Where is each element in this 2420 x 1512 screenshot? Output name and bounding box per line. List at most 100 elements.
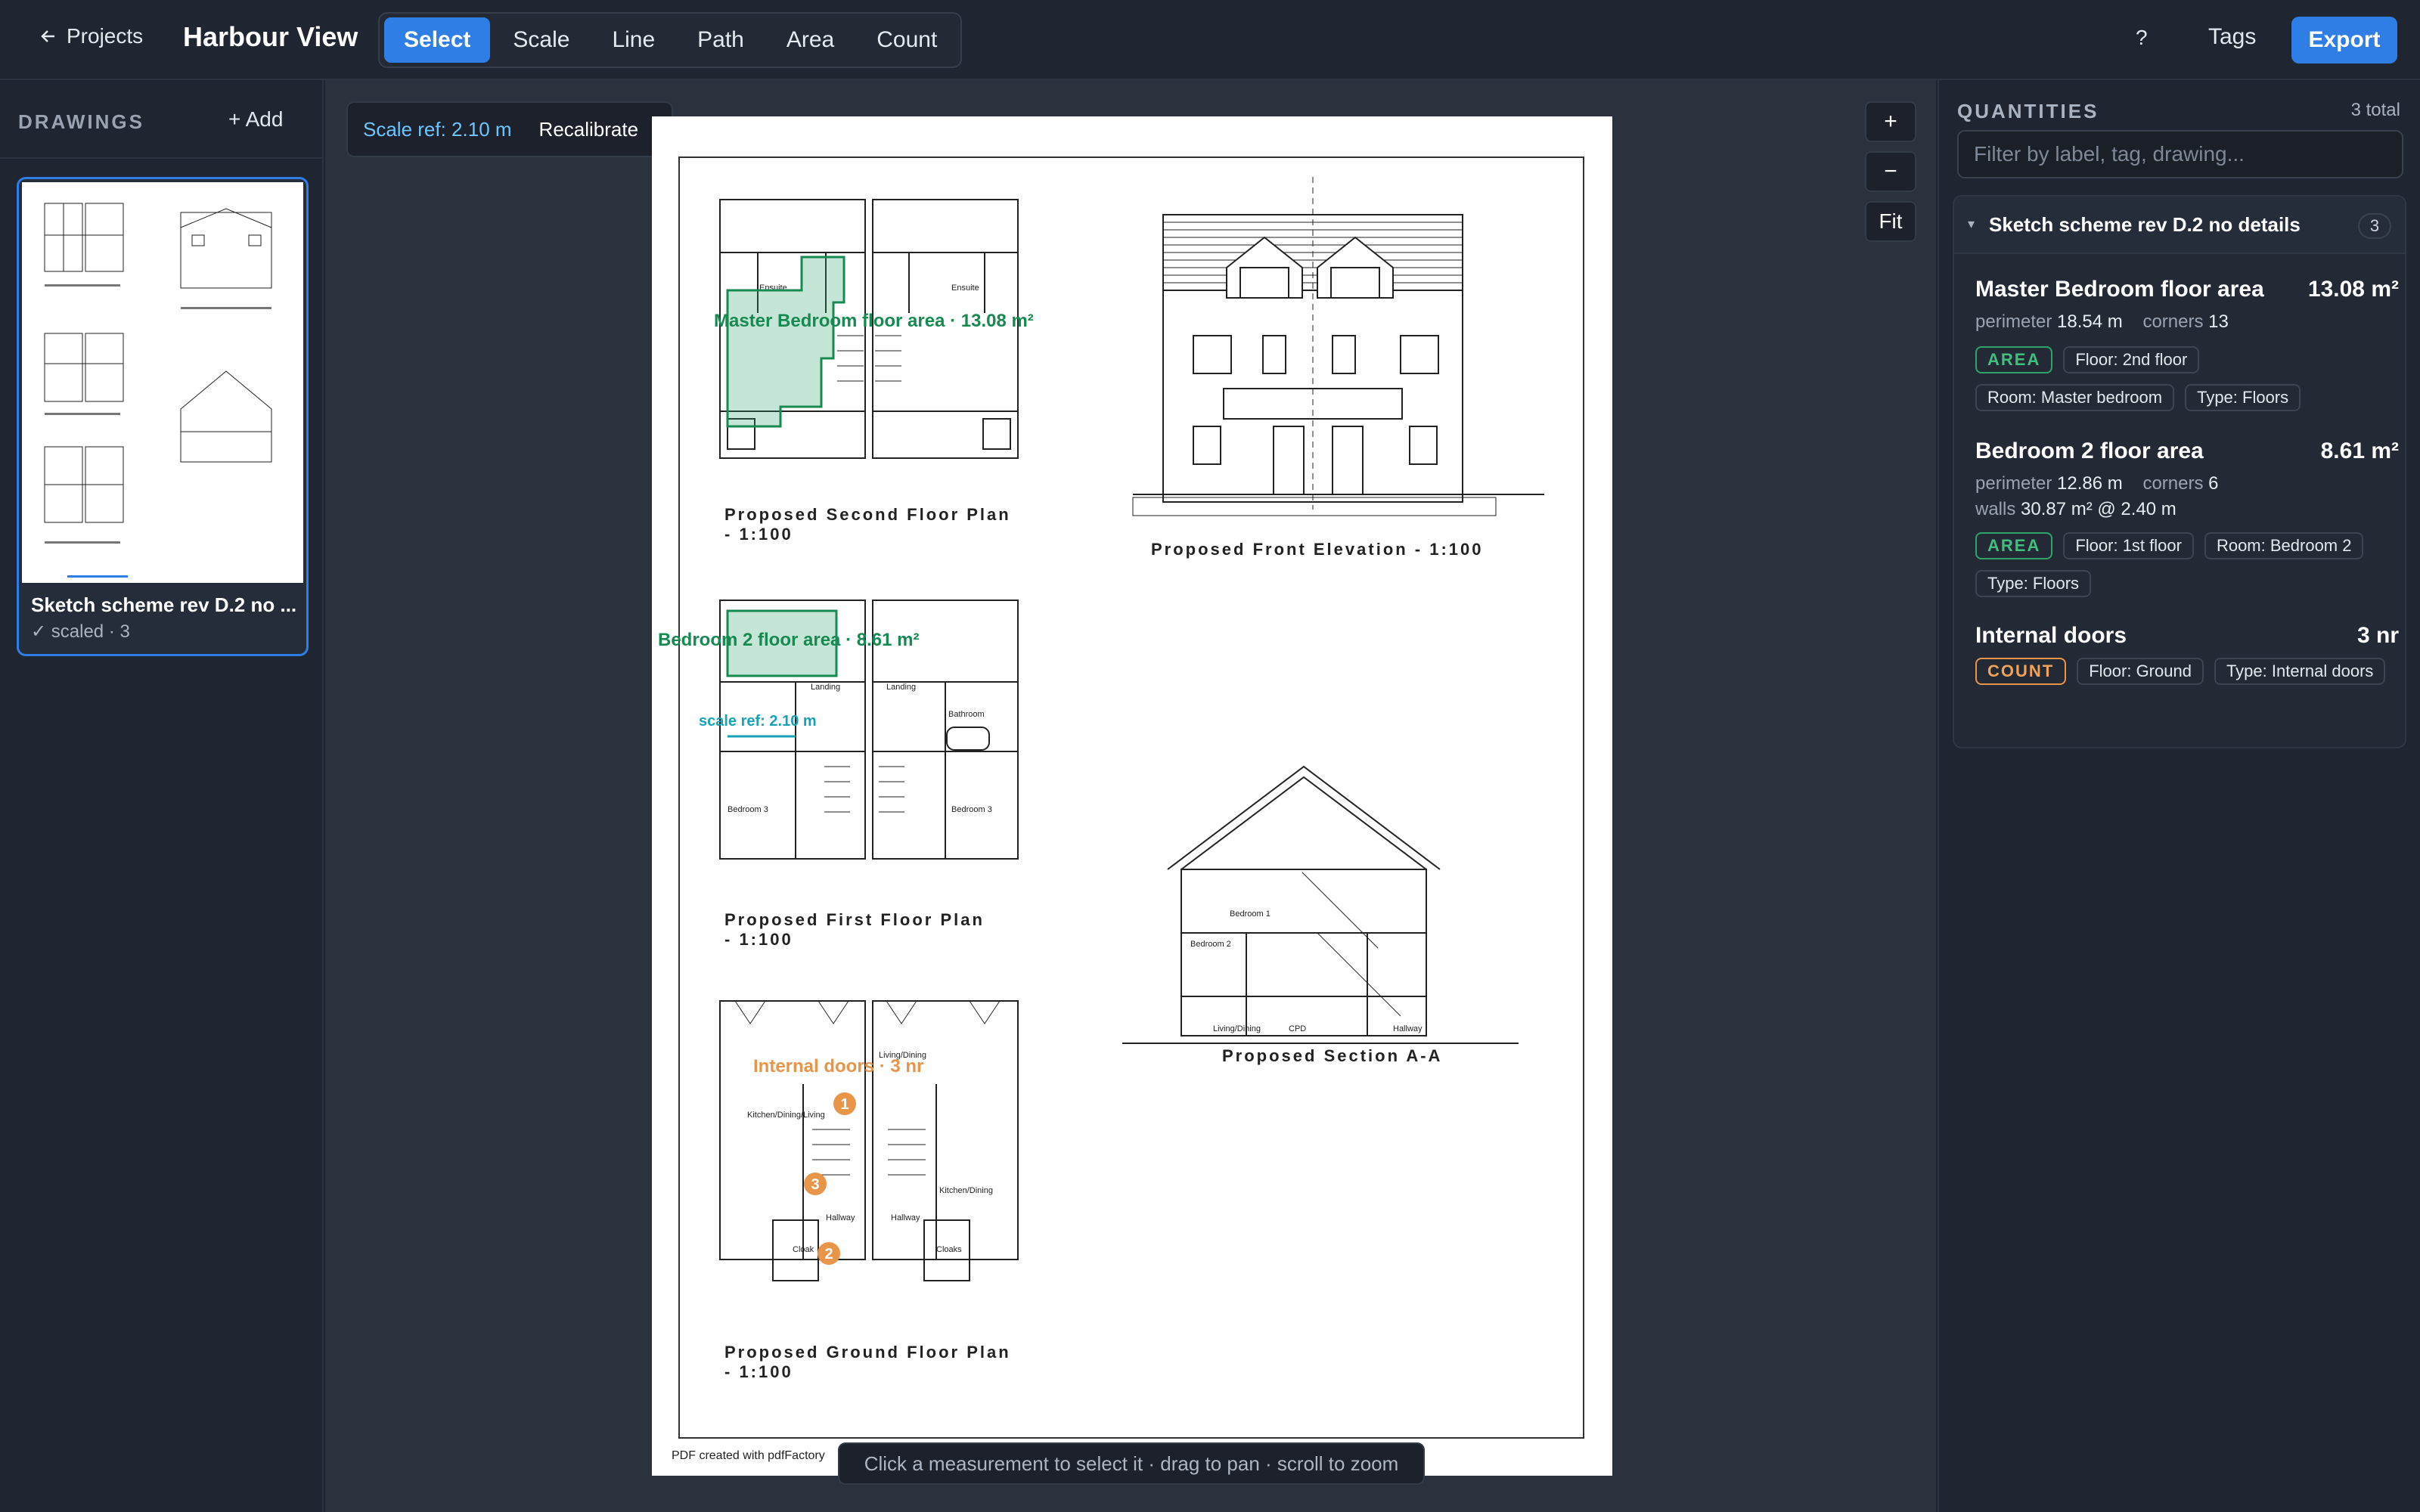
drawings-heading: DRAWINGS — [18, 110, 144, 133]
quantity-group-title: Sketch scheme rev D.2 no details — [1989, 213, 2301, 236]
ground-floor-scale: - 1:100 — [724, 1362, 793, 1381]
fit-button[interactable]: Fit — [1865, 201, 1916, 242]
tag-chip-type: Type: Floors — [1975, 570, 2092, 597]
tool-switcher: Select Scale Line Path Area Count — [378, 12, 962, 68]
quantity-group-header[interactable]: ▾ Sketch scheme rev D.2 no details 3 — [1954, 197, 2405, 254]
svg-text:3: 3 — [811, 1176, 819, 1193]
room-bathroom: Bathroom — [948, 710, 985, 719]
room-cloaks: Cloaks — [936, 1245, 962, 1254]
drawings-sidebar: DRAWINGS + Add Sketch scheme rev D.2 no … — [0, 80, 324, 1512]
tool-select[interactable]: Select — [384, 17, 491, 63]
room-hallway-right: Hallway — [891, 1213, 920, 1222]
section-a-a — [1122, 765, 1519, 1044]
room-hallway-left: Hallway — [826, 1213, 855, 1222]
quantity-item-name: Master Bedroom floor area — [1975, 277, 2264, 302]
tag-chip-floor: Floor: 2nd floor — [2063, 346, 2200, 373]
scale-reference-bar: Scale ref: 2.10 m Recalibrate — [346, 101, 673, 157]
quantities-total: 3 total — [2350, 100, 2400, 120]
quantity-item-meta: perimeter 18.54 m corners 13 — [1975, 311, 2229, 332]
drawing-card-title: Sketch scheme rev D.2 no ... — [31, 593, 297, 616]
bedroom2-area-label[interactable]: Bedroom 2 floor area · 8.61 m² — [658, 630, 919, 650]
second-floor-scale: - 1:100 — [724, 525, 793, 544]
pdf-footer-text: PDF created with pdfFactory — [672, 1449, 825, 1462]
room-cpd-section: CPD — [1289, 1024, 1306, 1033]
room-kitchen-dining-living: Kitchen/Dining/Living — [747, 1111, 825, 1120]
room-landing-right: Landing — [886, 683, 916, 692]
export-button[interactable]: Export — [2291, 17, 2397, 64]
quantity-item-internal-doors[interactable]: Internal doors 3 nr COUNT Floor: Ground … — [1975, 623, 2399, 729]
count-marker-1[interactable]: 1 — [833, 1092, 856, 1115]
project-title: Harbour View — [183, 21, 358, 52]
svg-text:1: 1 — [840, 1096, 849, 1113]
quantity-item-chips: COUNT Floor: Ground Type: Internal doors — [1975, 658, 2399, 685]
room-bedroom1-section: Bedroom 1 — [1230, 909, 1270, 919]
top-bar: Projects Harbour View Select Scale Line … — [0, 0, 2420, 80]
type-chip-area: AREA — [1975, 346, 2053, 373]
room-bedroom3-left: Bedroom 3 — [728, 805, 768, 814]
quantity-item-name: Bedroom 2 floor area — [1975, 438, 2204, 463]
room-bedroom3-right: Bedroom 3 — [951, 805, 992, 814]
tag-chip-floor: Floor: 1st floor — [2063, 532, 2194, 559]
quantities-panel: QUANTITIES 3 total ▾ Sketch scheme rev D… — [1938, 80, 2420, 1512]
zoom-out-button[interactable]: − — [1865, 151, 1916, 192]
type-chip-area: AREA — [1975, 532, 2053, 559]
drawing-thumbnail — [22, 182, 303, 583]
front-elevation-title: Proposed Front Elevation - 1:100 — [1151, 540, 1484, 559]
quantity-item-walls: walls 30.87 m² @ 2.40 m — [1975, 499, 2176, 519]
tag-chip-room: Room: Bedroom 2 — [2204, 532, 2364, 559]
tool-area[interactable]: Area — [767, 17, 854, 63]
master-bedroom-area-label[interactable]: Master Bedroom floor area · 13.08 m² — [714, 311, 1034, 331]
room-cloak: Cloak — [793, 1245, 814, 1254]
internal-doors-label[interactable]: Internal doors · 3 nr — [753, 1056, 923, 1077]
tool-path[interactable]: Path — [678, 17, 764, 63]
drawing-card[interactable]: Sketch scheme rev D.2 no ... ✓ scaled · … — [17, 177, 309, 656]
back-to-projects-link[interactable]: Projects — [39, 24, 143, 48]
arrow-left-icon — [41, 30, 54, 42]
tags-button[interactable]: Tags — [2208, 24, 2256, 50]
caret-down-icon: ▾ — [1968, 216, 1975, 231]
tool-count[interactable]: Count — [857, 17, 957, 63]
room-kitchen-dining: Kitchen/Dining — [939, 1186, 993, 1195]
drawing-sheet[interactable]: Ensuite Ensuite Master Bedroom floor are… — [652, 116, 1612, 1476]
quantity-item-meta: perimeter 12.86 m corners 6 — [1975, 473, 2219, 494]
help-button[interactable]: ? — [2136, 26, 2148, 50]
section-title: Proposed Section A-A — [1222, 1046, 1442, 1065]
quantity-item-chips: AREA Floor: 2nd floor Room: Master bedro… — [1975, 346, 2399, 411]
quantities-filter-input[interactable] — [1957, 130, 2403, 178]
first-floor-title: Proposed First Floor Plan — [724, 910, 985, 929]
quantity-item-value: 8.61 m² — [2320, 438, 2399, 463]
drawing-card-status: ✓ scaled · 3 — [31, 621, 130, 642]
quantities-heading: QUANTITIES — [1957, 100, 2099, 122]
room-hallway-section: Hallway — [1393, 1024, 1423, 1033]
quantity-item-bedroom-2[interactable]: Bedroom 2 floor area 8.61 m² perimeter 1… — [1975, 438, 2399, 597]
count-marker-3[interactable]: 3 — [804, 1173, 827, 1195]
quantity-item-master-bedroom[interactable]: Master Bedroom floor area 13.08 m² perim… — [1975, 277, 2399, 413]
quantity-item-name: Internal doors — [1975, 623, 2127, 648]
add-drawing-button[interactable]: + Add — [228, 107, 283, 132]
tag-chip-room: Room: Master bedroom — [1975, 384, 2175, 411]
tool-scale[interactable]: Scale — [493, 17, 589, 63]
master-bedroom-area-shape — [726, 256, 845, 428]
svg-text:2: 2 — [824, 1246, 833, 1263]
count-marker-2[interactable]: 2 — [818, 1242, 840, 1265]
room-ensuite-right: Ensuite — [951, 284, 979, 293]
front-elevation — [1132, 177, 1544, 516]
sidebar-divider — [0, 157, 324, 159]
quantity-item-value: 3 nr — [2356, 623, 2399, 648]
tag-chip-type: Type: Internal doors — [2214, 658, 2386, 685]
second-floor-title: Proposed Second Floor Plan — [724, 505, 1011, 524]
first-floor-scale: - 1:100 — [724, 930, 793, 949]
quantity-item-chips: AREA Floor: 1st floor Room: Bedroom 2 Ty… — [1975, 532, 2399, 597]
zoom-in-button[interactable]: + — [1865, 101, 1916, 142]
scale-ref-canvas-label[interactable]: scale ref: 2.10 m — [699, 713, 817, 730]
ground-floor-title: Proposed Ground Floor Plan — [724, 1343, 1011, 1362]
tag-chip-type: Type: Floors — [2185, 384, 2301, 411]
quantity-group-count: 3 — [2358, 213, 2391, 239]
tag-chip-floor: Floor: Ground — [2077, 658, 2204, 685]
recalibrate-button[interactable]: Recalibrate — [539, 118, 639, 141]
scale-ref-label: Scale ref: 2.10 m — [363, 117, 512, 141]
quantity-group: ▾ Sketch scheme rev D.2 no details 3 Mas… — [1953, 195, 2406, 748]
ground-floor-plan — [719, 1000, 1019, 1281]
room-bedroom2-section: Bedroom 2 — [1190, 940, 1231, 949]
tool-line[interactable]: Line — [592, 17, 675, 63]
